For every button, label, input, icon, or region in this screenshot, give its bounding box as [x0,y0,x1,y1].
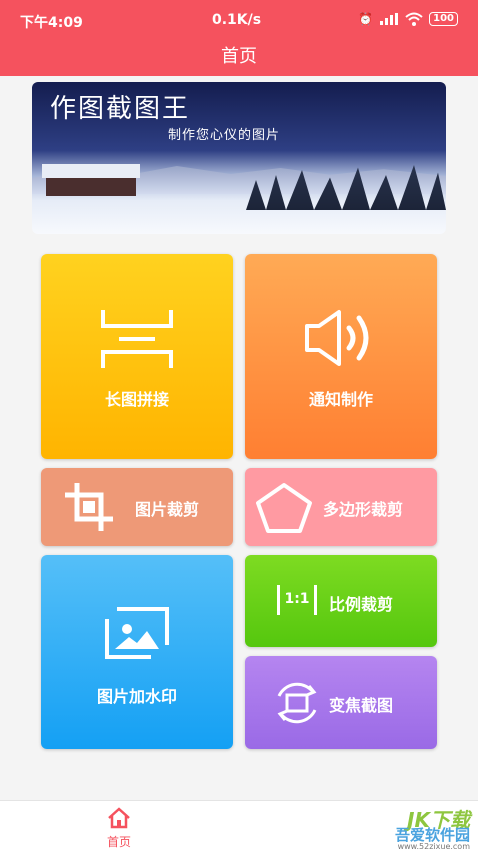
ratio-crop-button[interactable]: 1:1 比例裁剪 [245,555,437,647]
ratio-icon: 1:1 [277,585,317,615]
wifi-icon [405,12,423,26]
network-speed: 0.1K/s [212,12,262,28]
rotate-frame-icon [277,682,317,724]
status-icons: ⏰ 100 [358,12,458,26]
notice-create-label: 通知制作 [308,390,373,409]
page-title: 首页 [221,46,257,67]
home-icon [108,807,130,829]
banner-title: 作图截图王 [50,94,191,124]
polygon-crop-label: 多边形裁剪 [323,500,404,519]
battery-icon: 100 [429,12,458,26]
image-icon [105,607,169,659]
pentagon-icon [256,483,312,533]
image-crop-label: 图片裁剪 [135,500,200,519]
banner[interactable]: 作图截图王 制作您心仪的图片 [32,82,446,234]
add-watermark-label: 图片加水印 [96,687,177,706]
long-stitch-button[interactable]: 长图拼接 [41,254,233,459]
banner-subtitle: 制作您心仪的图片 [168,128,281,143]
signal-icon [380,13,399,25]
crop-icon [65,483,113,531]
ratio-icon-text: 1:1 [284,591,310,607]
status-time: 下午4:09 [20,15,83,31]
tab-home[interactable]: 首页 [96,805,142,849]
top-bar: 下午4:09 0.1K/s ⏰ 100 首页 [0,0,478,76]
image-crop-button[interactable]: 图片裁剪 [41,468,233,546]
polygon-crop-button[interactable]: 多边形裁剪 [245,468,437,546]
notice-create-button[interactable]: 通知制作 [245,254,437,459]
tab-home-label: 首页 [106,835,131,849]
status-bar: 下午4:09 0.1K/s ⏰ 100 [20,12,458,32]
zoom-capture-label: 变焦截图 [329,696,394,715]
speaker-icon [305,310,369,366]
long-stitch-label: 长图拼接 [104,390,169,409]
site-watermark: JK下载 吾爱软件园 www.52zixue.com [330,804,470,851]
alarm-icon: ⏰ [358,12,374,26]
add-watermark-button[interactable]: 图片加水印 [41,555,233,749]
ratio-crop-label: 比例裁剪 [329,595,394,614]
zoom-capture-button[interactable]: 变焦截图 [245,656,437,749]
cabin-illustration [42,164,140,196]
long-stitch-icon [101,310,173,368]
